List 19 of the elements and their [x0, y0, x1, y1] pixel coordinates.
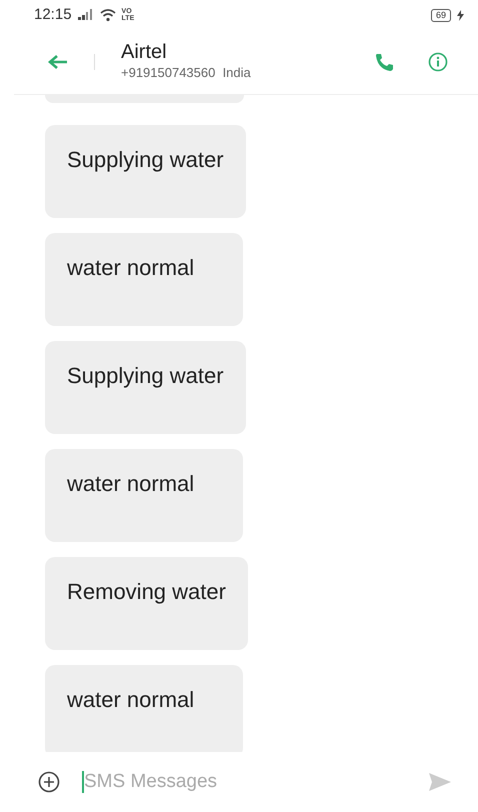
- battery-indicator: 69: [430, 8, 451, 22]
- wifi-icon: [100, 8, 116, 22]
- charging-icon: [457, 10, 464, 20]
- send-icon[interactable]: [428, 772, 452, 792]
- message-bubble: water normal: [45, 665, 243, 752]
- status-time: 12:15: [34, 4, 72, 25]
- contact-name: Airtel: [121, 41, 168, 64]
- message-bubble: Supplying water: [45, 125, 246, 218]
- message-input-field[interactable]: SMS Messages: [84, 768, 428, 796]
- phone-icon[interactable]: [374, 52, 394, 72]
- add-icon[interactable]: [38, 771, 60, 793]
- message-bubble: water normal: [45, 233, 243, 326]
- message-bubble: Supplying water: [45, 341, 246, 434]
- back-arrow-icon[interactable]: [48, 54, 68, 70]
- info-icon[interactable]: [428, 52, 448, 72]
- message-bubble: Removing water: [45, 557, 248, 650]
- contact-number: +919150743560 India: [121, 64, 251, 82]
- signal-icon: [78, 9, 94, 21]
- message-bubble: water normal: [45, 449, 243, 542]
